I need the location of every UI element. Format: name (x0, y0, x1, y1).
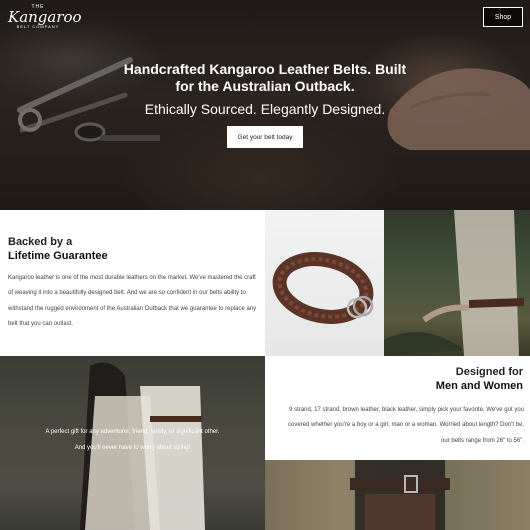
guarantee-heading-line2: Lifetime Guarantee (8, 250, 108, 262)
shop-button[interactable]: Shop (483, 7, 523, 27)
get-belt-button[interactable]: Get your belt today (227, 126, 303, 148)
hero-banner: THE Kangaroo BELT COMPANY Shop Handcraft… (0, 0, 530, 210)
logo-sub-text: BELT COMPANY (16, 24, 60, 29)
woven-belt-image (265, 210, 384, 356)
designed-heading-line2: Men and Women (435, 380, 523, 392)
designed-body: 9 strand, 17 strand, brown leather, blac… (288, 407, 524, 444)
gift-text: A perfect gift for any adventurer, frien… (10, 424, 255, 456)
guarantee-body: Kangaroo leather is one of the most dura… (8, 275, 257, 327)
belt-closeup-image (265, 460, 530, 530)
logo-main-text: Kangaroo (8, 8, 82, 26)
hero-title: Handcrafted Kangaroo Leather Belts. Buil… (123, 61, 407, 94)
guarantee-heading-line1: Backed by a (8, 236, 73, 248)
gift-text-line2: And you'll never have to worry about siz… (74, 445, 191, 451)
designed-heading-line1: Designed for (455, 366, 523, 378)
gift-text-line1: A perfect gift for any adventurer, frien… (45, 429, 220, 435)
woman-outdoor-image (384, 210, 530, 356)
brand-logo[interactable]: THE Kangaroo BELT COMPANY (8, 4, 82, 34)
hero-subtitle: Ethically Sourced. Elegantly Designed. (144, 101, 386, 117)
